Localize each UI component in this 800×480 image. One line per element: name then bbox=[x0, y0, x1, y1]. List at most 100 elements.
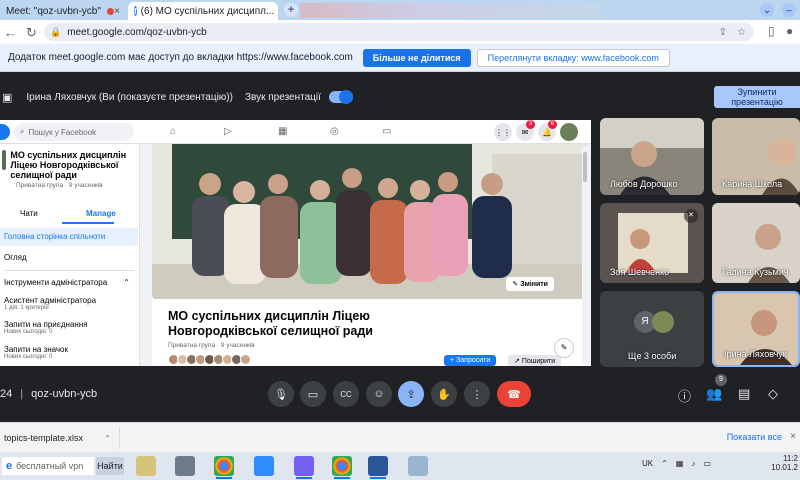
mic-button[interactable]: 🎙 bbox=[268, 381, 294, 407]
avatar bbox=[652, 311, 674, 333]
marketplace-icon[interactable]: ▦ bbox=[278, 126, 287, 137]
chat-icon[interactable]: ▤ bbox=[738, 386, 750, 402]
back-icon[interactable]: ← bbox=[4, 25, 17, 40]
end-call-icon: ☎ bbox=[507, 388, 521, 401]
tab-meet-title: Meet: "qoz-uvbn-ycb" bbox=[6, 5, 101, 17]
participant-tile[interactable]: ✕ Зоя Шевченко bbox=[600, 203, 704, 283]
cover-photo-image bbox=[152, 144, 588, 299]
more-options-button[interactable]: ⋮ bbox=[464, 381, 490, 407]
group-header[interactable]: МО суспільних дисциплін Ліцею Новгородкі… bbox=[2, 150, 138, 180]
chrome-icon[interactable] bbox=[214, 456, 234, 479]
tab-share-notice: Додаток meet.google.com має доступ до вк… bbox=[0, 44, 800, 72]
sidebar-item-admin-assistant[interactable]: Асистент адміністратора 1 дія, 1 критері… bbox=[0, 296, 138, 311]
share-button[interactable]: ↗ Поширити bbox=[508, 355, 562, 366]
info-icon[interactable]: ⓘ bbox=[678, 386, 691, 405]
sidebar-item-overview[interactable]: Огляд bbox=[0, 253, 138, 262]
tab-manage[interactable]: Manage bbox=[86, 209, 116, 218]
end-call-button[interactable]: ☎ bbox=[497, 381, 531, 407]
clock-date: 10.01.2 bbox=[771, 463, 798, 472]
self-tile[interactable]: Ірина Ляховчук bbox=[712, 291, 800, 367]
download-filename: topics-template.xlsx bbox=[4, 433, 84, 443]
clock[interactable]: 11:2 10.01.2 bbox=[771, 454, 800, 472]
sidebar-item-badge-requests[interactable]: Запити на значок Нових сьогодні: 0 bbox=[0, 345, 138, 360]
battery-icon[interactable]: ▭ bbox=[703, 459, 711, 468]
participant-tile[interactable]: Карина Школа bbox=[712, 118, 800, 195]
invite-button[interactable]: + Запросити bbox=[444, 355, 497, 366]
raise-hand-button[interactable]: ✋ bbox=[431, 381, 457, 407]
bookmark-star-icon[interactable]: ☆ bbox=[737, 27, 746, 38]
facebook-search-input[interactable]: ⌕ Пошук у Facebook bbox=[14, 123, 134, 141]
group-meta: Приватна група · 9 учасників bbox=[16, 182, 103, 189]
group-sidebar: МО суспільних дисциплін Ліцею Новгородкі… bbox=[0, 144, 140, 366]
sidebar-section-admin-tools[interactable]: Інструменти адміністратора ⌃ bbox=[0, 278, 138, 287]
tab-facebook[interactable]: f (6) МО суспільних дисципл... × bbox=[128, 2, 278, 20]
emoji-icon: ☺ bbox=[373, 388, 385, 400]
compose-icon[interactable]: ✎ bbox=[554, 338, 574, 358]
sidebar-icon[interactable]: ▯ bbox=[768, 24, 775, 38]
tab-meet[interactable]: Meet: "qoz-uvbn-ycb" × bbox=[0, 2, 126, 20]
viber-icon[interactable] bbox=[294, 456, 314, 479]
presentation-audio-label: Звук презентації bbox=[244, 91, 321, 103]
view-tab-button[interactable]: Переглянути вкладку: www.facebook.com bbox=[476, 48, 670, 67]
participant-tile[interactable]: Галина Кузьмич bbox=[712, 203, 800, 283]
stop-sharing-button[interactable]: Більше не ділитися bbox=[362, 48, 471, 67]
camera-icon: ▭ bbox=[307, 388, 319, 401]
chrome-icon[interactable] bbox=[332, 456, 352, 479]
shared-screen: ⌕ Пошук у Facebook ⌂ ▷ ▦ ◎ ▭ ⋮⋮ ✉ 3 🔔 6 … bbox=[0, 120, 591, 366]
emoji-button[interactable]: ☺ bbox=[366, 381, 392, 407]
groups-icon[interactable]: ◎ bbox=[330, 126, 339, 137]
share-icon[interactable]: ⇪ bbox=[719, 27, 727, 38]
taskbar-search-input[interactable]: e бесплатный vpn bbox=[2, 457, 94, 475]
profile-icon[interactable]: ● bbox=[786, 24, 793, 38]
folder-icon[interactable] bbox=[136, 456, 156, 476]
search-icon: ⌕ bbox=[20, 127, 25, 136]
edit-cover-button[interactable]: ✎ Змінити bbox=[506, 277, 554, 291]
zoom-icon[interactable] bbox=[254, 456, 274, 476]
meeting-time: 24 bbox=[0, 388, 13, 400]
mic-off-icon: ✕ bbox=[684, 209, 698, 223]
member-avatars[interactable] bbox=[168, 354, 251, 365]
participant-tile[interactable]: Любов Дорошко bbox=[600, 118, 704, 195]
activities-icon[interactable]: ◇ bbox=[768, 386, 778, 402]
others-tile[interactable]: Я Ще 3 особи bbox=[600, 291, 704, 367]
word-icon[interactable] bbox=[368, 456, 388, 479]
gaming-icon[interactable]: ▭ bbox=[382, 126, 391, 137]
participant-name: Галина Кузьмич bbox=[722, 267, 789, 277]
network-icon[interactable]: ▦ bbox=[676, 459, 684, 468]
sidebar-item-home[interactable]: Головна сторінка спільноти bbox=[0, 228, 138, 246]
close-icon[interactable]: × bbox=[114, 6, 120, 17]
paint-icon[interactable] bbox=[408, 456, 428, 476]
captions-button[interactable]: CC bbox=[333, 381, 359, 407]
download-item[interactable]: topics-template.xlsx ⌃ bbox=[0, 427, 120, 449]
group-name: МО суспільних дисциплін Ліцею Новгородкі… bbox=[10, 150, 127, 180]
scrollbar[interactable] bbox=[582, 146, 588, 364]
media-player-icon[interactable] bbox=[175, 456, 195, 476]
present-button[interactable]: ⇪ bbox=[398, 381, 424, 407]
show-all-downloads-link[interactable]: Показати все bbox=[727, 432, 782, 442]
menu-grid-icon[interactable]: ⋮⋮ bbox=[494, 123, 512, 141]
home-icon[interactable]: ⌂ bbox=[170, 126, 176, 137]
messenger-badge: 3 bbox=[526, 120, 535, 129]
language-indicator[interactable]: UK bbox=[642, 459, 653, 468]
stop-presenting-button[interactable]: Зупинити презентацію bbox=[714, 86, 800, 108]
tab-search-icon[interactable]: ⌄ bbox=[760, 3, 774, 17]
search-go-button[interactable]: Найти bbox=[96, 457, 124, 475]
reload-icon[interactable]: ↻ bbox=[26, 25, 37, 41]
new-tab-button[interactable]: + bbox=[284, 3, 298, 17]
video-icon[interactable]: ▷ bbox=[224, 126, 232, 137]
minimize-icon[interactable]: – bbox=[782, 3, 796, 17]
close-icon[interactable]: × bbox=[790, 431, 796, 442]
chevron-up-icon[interactable]: ⌃ bbox=[104, 434, 111, 443]
people-icon[interactable]: 👥 bbox=[706, 386, 722, 402]
url-field[interactable]: 🔒 meet.google.com/qoz-uvbn-ycb ⇪ ☆ bbox=[44, 23, 754, 41]
presentation-audio-toggle[interactable] bbox=[328, 90, 353, 104]
sidebar-item-join-requests[interactable]: Запити на приєднання Нових сьогодні: 0 bbox=[0, 320, 138, 335]
chevron-up-icon[interactable]: ⌃ bbox=[661, 459, 668, 468]
facebook-logo-icon[interactable] bbox=[0, 124, 10, 140]
volume-icon[interactable]: ♪ bbox=[691, 459, 695, 468]
meeting-code: qoz-uvbn-ycb bbox=[31, 388, 98, 400]
camera-button[interactable]: ▭ bbox=[300, 381, 326, 407]
avatar[interactable] bbox=[560, 123, 578, 141]
tab-chats[interactable]: Чати bbox=[20, 209, 38, 218]
participant-name: Любов Дорошко bbox=[610, 179, 678, 189]
